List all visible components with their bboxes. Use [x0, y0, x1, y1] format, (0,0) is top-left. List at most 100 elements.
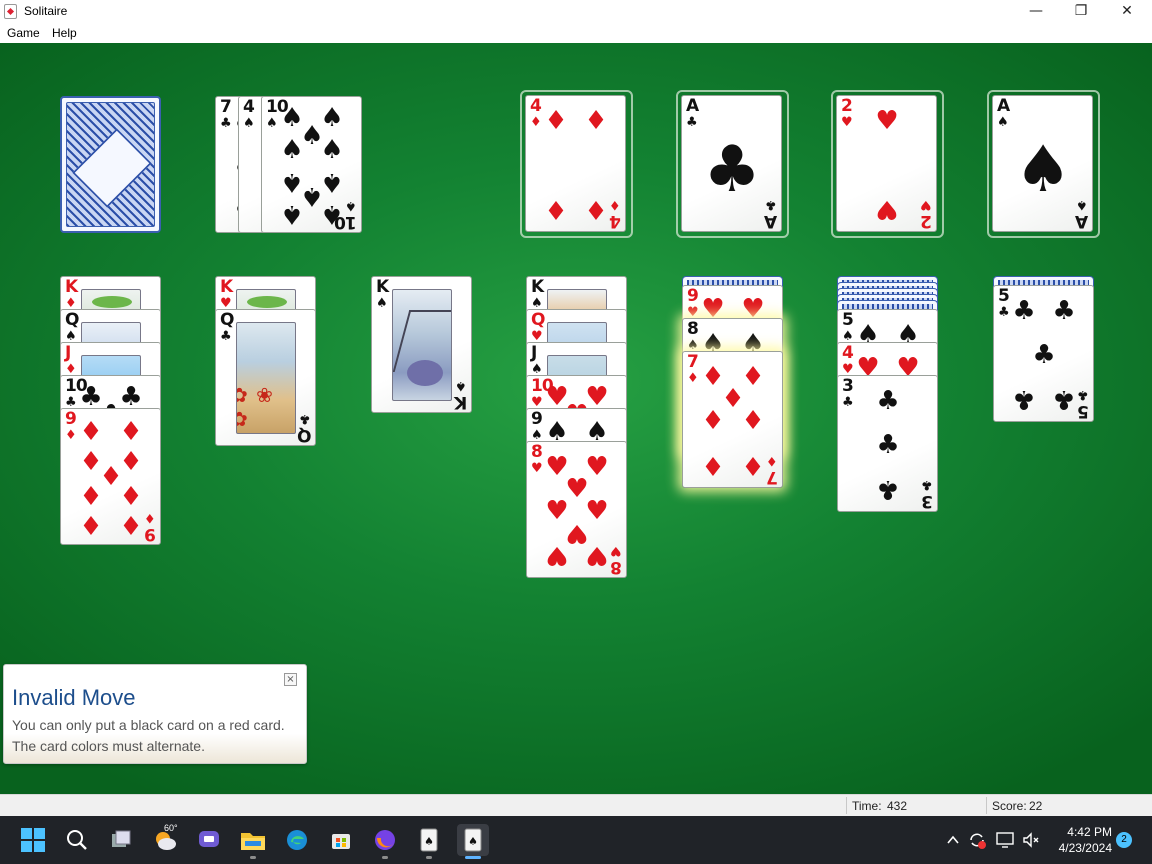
network-icon[interactable] [994, 824, 1016, 856]
solitaire-active-icon[interactable]: ♠ [457, 824, 489, 856]
heart-pip-icon: ♥ [875, 194, 899, 224]
heart-icon: ♥ [610, 543, 622, 558]
spade-icon: ♠ [243, 116, 255, 131]
status-separator [846, 797, 847, 814]
toast-title: Invalid Move [12, 685, 136, 710]
file-explorer-icon[interactable] [237, 824, 269, 856]
spade-icon: ♠ [266, 116, 278, 131]
solitaire-icon[interactable]: ♠ [413, 824, 445, 856]
status-bar: Time: 432 Score: 22 [0, 794, 1152, 816]
diamond-pip-icon: ♦ [741, 406, 765, 436]
diamond-pip-icon: ♦ [119, 479, 143, 509]
store-icon[interactable] [325, 824, 357, 856]
card-rank: 4 [243, 97, 255, 117]
card-rank: 10 [266, 97, 289, 117]
menu-game[interactable]: Game [7, 26, 40, 40]
solitaire-app-icon [4, 4, 17, 19]
card-rank: A [686, 96, 699, 116]
card-rank-bottom: 2 [921, 211, 932, 231]
heart-icon: ♥ [841, 115, 853, 130]
notification-badge[interactable]: 2 [1116, 832, 1132, 848]
menu-help[interactable]: Help [52, 26, 77, 40]
card-rank: 3 [842, 376, 854, 396]
card-rank: 2 [841, 96, 853, 116]
edge-icon[interactable] [281, 824, 313, 856]
minimize-button[interactable]: — [1013, 0, 1059, 22]
start-icon[interactable] [17, 824, 49, 856]
club-pip-icon: ♣ [1052, 296, 1076, 326]
minimize-icon: — [1029, 3, 1043, 19]
card-rank-bottom: A [1075, 211, 1088, 231]
club-icon: ♣ [998, 305, 1010, 320]
spade-pip-icon: ♠ [280, 135, 304, 165]
title-bar: Solitaire — ❐ ✕ [0, 0, 1152, 22]
card-rank: Q [531, 310, 545, 330]
diamond-pip-icon: ♦ [584, 194, 608, 224]
card-rank-bottom: Q [297, 425, 311, 445]
chevron-up-icon[interactable] [944, 824, 962, 856]
spade-icon: ♠ [455, 378, 467, 393]
time-value: 432 [887, 799, 908, 813]
taskbar-clock[interactable]: 4:42 PM 4/23/2024 [1050, 824, 1112, 856]
diamond-pip-icon: ♦ [544, 106, 568, 136]
club-icon: ♣ [220, 116, 232, 131]
menu-bar: Game Help [0, 22, 1152, 43]
spade-pip-icon: ♠ [320, 135, 344, 165]
diamond-pip-icon: ♦ [119, 509, 143, 539]
diamond-pip-icon: ♦ [79, 509, 103, 539]
tableau-2-card-queen-of-clubs[interactable]: Q♣Q♣ [215, 309, 316, 446]
card-rank: J [531, 343, 537, 363]
club-icon: ♣ [299, 411, 311, 426]
stock-pile[interactable] [60, 96, 161, 233]
restore-button[interactable]: ❐ [1058, 0, 1104, 22]
foundation-card-ace-of-spades[interactable]: ♠ A ♠ A ♠ [992, 95, 1093, 232]
teams-chat-icon[interactable] [193, 824, 225, 856]
sync-icon[interactable] [966, 824, 988, 856]
club-icon: ♣ [921, 477, 933, 492]
spade-icon: ♠ [376, 296, 388, 311]
diamond-pip-icon: ♦ [79, 479, 103, 509]
tableau-5-card-7-of-diamonds[interactable]: ♦ ♦ ♦ ♦ ♦ ♦ ♦ 7 ♦ 7 ♦ [682, 351, 783, 488]
club-icon: ♣ [686, 115, 698, 130]
diamond-pip-icon: ♦ [544, 194, 568, 224]
volume-muted-icon[interactable] [1020, 824, 1042, 856]
club-icon: ♣ [842, 395, 854, 410]
card-rank-bottom: 10 [335, 212, 357, 232]
tableau-4-card-8-of-hearts[interactable]: ♥ ♥ ♥ ♥ ♥ ♥ ♥ ♥ 8 ♥ 8 ♥ [526, 441, 627, 578]
restore-icon: ❐ [1074, 3, 1088, 19]
diamond-icon: ♦ [530, 115, 542, 130]
card-rank: Q [65, 310, 79, 330]
foundation-card-ace-of-clubs[interactable]: ♣ A ♣ A ♣ [681, 95, 782, 232]
club-icon: ♣ [703, 133, 761, 207]
card-rank-bottom: 4 [610, 211, 621, 231]
tableau-1-card-9-of-diamonds[interactable]: ♦ ♦ ♦ ♦ ♦ ♦ ♦ ♦ ♦ 9 ♦ 9 ♦ [60, 408, 161, 545]
tableau-3-card-king-of-spades[interactable]: K ♠ K ♠ [371, 276, 472, 413]
foundation-card-4-of-diamonds[interactable]: ♦ ♦ ♦ ♦ 4 ♦ 4 ♦ [525, 95, 626, 232]
card-rank: 9 [687, 286, 699, 306]
search-icon[interactable] [61, 824, 93, 856]
card-rank-bottom: 7 [767, 467, 778, 487]
card-rank: K [65, 277, 78, 297]
spade-icon: ♠ [345, 198, 357, 213]
heart-pip-icon: ♥ [545, 540, 569, 570]
diamond-pip-icon: ♦ [701, 406, 725, 436]
toast-close-button[interactable]: × [284, 673, 297, 686]
card-rank: 4 [530, 96, 542, 116]
foundation-card-2-of-hearts[interactable]: ♥ ♥ 2 ♥ 2 ♥ [836, 95, 937, 232]
club-icon: ♣ [220, 329, 232, 344]
solitaire-active-indicator [465, 856, 481, 859]
time-label: Time: [852, 799, 882, 813]
card-rank: 5 [842, 310, 854, 330]
close-button[interactable]: ✕ [1104, 0, 1150, 22]
tableau-7-card-5-of-clubs[interactable]: ♣ ♣ ♣ ♣ ♣ 5 ♣ 5 ♣ [993, 285, 1094, 422]
card-rank-bottom: 9 [145, 524, 156, 544]
diamond-icon: ♦ [766, 453, 778, 468]
firefox-icon[interactable] [369, 824, 401, 856]
waste-card-10-of-spades[interactable]: ♠ ♠ ♠ ♠ ♠ ♠ ♠ ♠ ♠ ♠ 10 ♠ 10 ♠ [261, 96, 362, 233]
task-view-icon[interactable] [105, 824, 137, 856]
card-rank: 8 [687, 319, 699, 339]
club-pip-icon: ♣ [876, 474, 900, 504]
card-rank: 10 [531, 376, 554, 396]
card-rank: 10 [65, 376, 88, 396]
tableau-6-card-3-of-clubs[interactable]: ♣ ♣ ♣ 3 ♣ 3 ♣ [837, 375, 938, 512]
